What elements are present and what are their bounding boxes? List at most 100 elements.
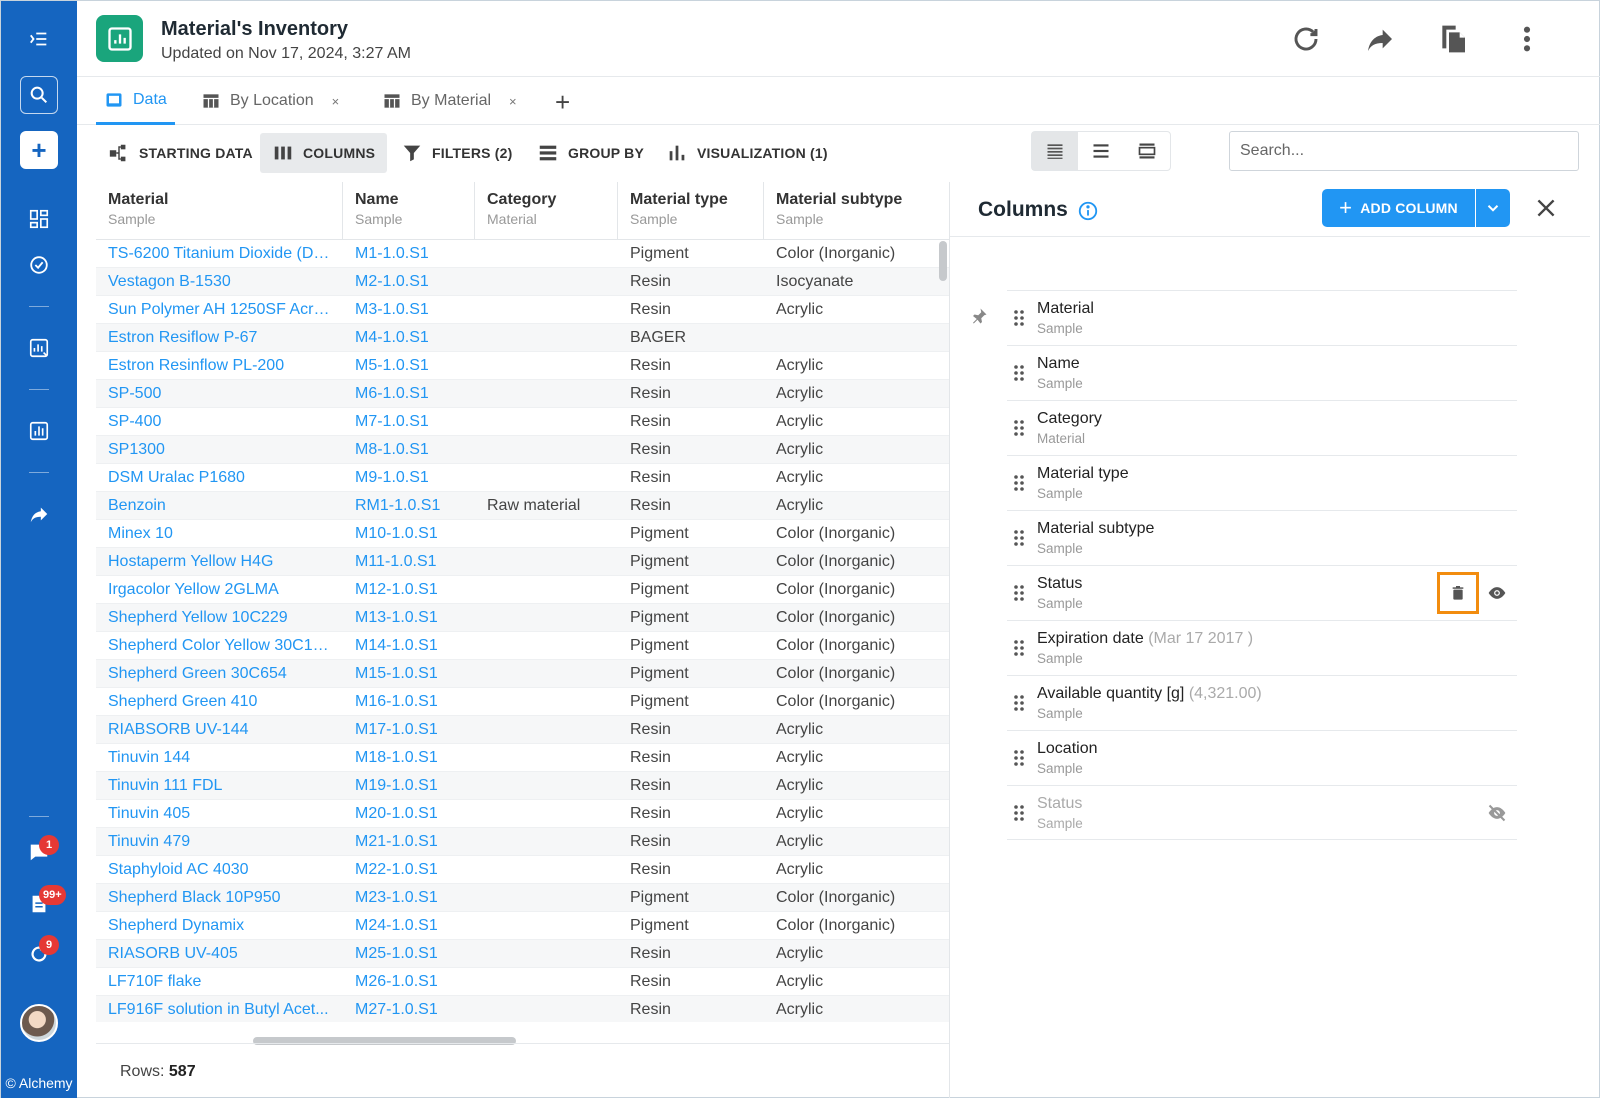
cell-material[interactable]: RIASORB UV-405 — [96, 940, 343, 968]
share-icon[interactable] — [1362, 21, 1398, 57]
cell-material[interactable]: RIABSORB UV-144 — [96, 716, 343, 744]
table-row[interactable]: Minex 10 M10-1.0.S1 Pigment Color (Inorgani… — [96, 520, 949, 548]
table-row[interactable]: Benzoin RM1-1.0.S1 Raw material Resin Acryli… — [96, 492, 949, 520]
drag-handle-icon[interactable] — [1013, 309, 1025, 327]
visibility-eye-icon[interactable] — [1487, 583, 1507, 603]
cell-material[interactable]: Shepherd Green 410 — [96, 688, 343, 716]
density-compact-icon[interactable] — [1032, 132, 1078, 170]
cell-name[interactable]: M1-1.0.S1 — [343, 240, 475, 268]
cell-name[interactable]: M22-1.0.S1 — [343, 856, 475, 884]
drag-handle-icon[interactable] — [1013, 749, 1025, 767]
cell-name[interactable]: M21-1.0.S1 — [343, 828, 475, 856]
table-row[interactable]: DSM Uralac P1680 M9-1.0.S1 Resin Acrylic — [96, 464, 949, 492]
cell-name[interactable]: M12-1.0.S1 — [343, 576, 475, 604]
table-row[interactable]: Tinuvin 405 M20-1.0.S1 Resin Acrylic — [96, 800, 949, 828]
cell-material[interactable]: TS-6200 Titanium Dioxide (Du... — [96, 240, 343, 268]
table-row[interactable]: TS-6200 Titanium Dioxide (Du... M1-1.0.S1… — [96, 240, 949, 268]
density-standard-icon[interactable] — [1078, 132, 1124, 170]
visibility-off-icon[interactable] — [1487, 803, 1507, 823]
table-row[interactable]: Staphyloid AC 4030 M22-1.0.S1 Resin Acrylic — [96, 856, 949, 884]
cell-material[interactable]: Tinuvin 405 — [96, 800, 343, 828]
add-column-button[interactable]: + ADD COLUMN — [1322, 189, 1475, 227]
starting-data-button[interactable]: STARTING DATA — [96, 133, 265, 173]
cell-name[interactable]: M6-1.0.S1 — [343, 380, 475, 408]
refresh-icon[interactable] — [1288, 21, 1324, 57]
drag-handle-icon[interactable] — [1013, 364, 1025, 382]
cell-name[interactable]: M5-1.0.S1 — [343, 352, 475, 380]
column-item[interactable]: Material type Sample — [1007, 455, 1517, 510]
close-tab-icon[interactable]: × — [509, 94, 517, 109]
columns-button[interactable]: COLUMNS — [260, 133, 388, 173]
cell-material[interactable]: Sun Polymer AH 1250SF Acry... — [96, 296, 343, 324]
table-row[interactable]: SP-400 M7-1.0.S1 Resin Acrylic — [96, 408, 949, 436]
cell-name[interactable]: M27-1.0.S1 — [343, 996, 475, 1022]
column-item[interactable]: Name Sample — [1007, 345, 1517, 400]
column-item[interactable]: Expiration date (Mar 17 2017 ) Sample — [1007, 620, 1517, 675]
cell-material[interactable]: Staphyloid AC 4030 — [96, 856, 343, 884]
table-row[interactable]: LF916F solution in Butyl Acet... M27-1.0.… — [96, 996, 949, 1022]
density-comfortable-icon[interactable] — [1124, 132, 1170, 170]
cell-material[interactable]: Minex 10 — [96, 520, 343, 548]
table-row[interactable]: Shepherd Dynamix M24-1.0.S1 Pigment Color (… — [96, 912, 949, 940]
table-row[interactable]: Irgacolor Yellow 2GLMA M12-1.0.S1 Pigment C… — [96, 576, 949, 604]
column-item[interactable]: Available quantity [g] (4,321.00) Sample — [1007, 675, 1517, 730]
column-header-material-type[interactable]: Material type Sample — [618, 182, 764, 240]
table-row[interactable]: Shepherd Color Yellow 30C15... M14-1.0.S1… — [96, 632, 949, 660]
cell-material[interactable]: Tinuvin 111 FDL — [96, 772, 343, 800]
drag-handle-icon[interactable] — [1013, 584, 1025, 602]
cell-material[interactable]: LF710F flake — [96, 968, 343, 996]
cell-name[interactable]: M11-1.0.S1 — [343, 548, 475, 576]
table-row[interactable]: RIABSORB UV-144 M17-1.0.S1 Resin Acrylic — [96, 716, 949, 744]
cell-name[interactable]: M17-1.0.S1 — [343, 716, 475, 744]
delete-column-button[interactable] — [1437, 572, 1479, 614]
cell-name[interactable]: M16-1.0.S1 — [343, 688, 475, 716]
tab-by-location[interactable]: By Location × — [201, 77, 339, 125]
table-row[interactable]: SP1300 M8-1.0.S1 Resin Acrylic — [96, 436, 949, 464]
table-row[interactable]: Estron Resinflow PL-200 M5-1.0.S1 Resin Acr… — [96, 352, 949, 380]
dashboard-icon[interactable] — [20, 200, 58, 238]
cell-material[interactable]: DSM Uralac P1680 — [96, 464, 343, 492]
more-icon[interactable] — [1509, 21, 1545, 57]
table-row[interactable]: Tinuvin 479 M21-1.0.S1 Resin Acrylic — [96, 828, 949, 856]
filters-button[interactable]: FILTERS (2) — [389, 133, 525, 173]
tab-data[interactable]: Data — [96, 77, 175, 125]
cell-material[interactable]: Irgacolor Yellow 2GLMA — [96, 576, 343, 604]
cell-name[interactable]: M23-1.0.S1 — [343, 884, 475, 912]
table-row[interactable]: Shepherd Green 30C654 M15-1.0.S1 Pigment Co… — [96, 660, 949, 688]
search-input[interactable] — [1229, 131, 1579, 171]
drag-handle-icon[interactable] — [1013, 419, 1025, 437]
cell-material[interactable]: Tinuvin 479 — [96, 828, 343, 856]
drag-handle-icon[interactable] — [1013, 694, 1025, 712]
column-item[interactable]: Status Sample — [1007, 785, 1517, 840]
pin-icon[interactable] — [970, 307, 988, 325]
user-avatar[interactable] — [20, 1004, 58, 1042]
search-icon[interactable] — [20, 76, 58, 114]
cell-name[interactable]: M26-1.0.S1 — [343, 968, 475, 996]
cell-material[interactable]: Vestagon B-1530 — [96, 268, 343, 296]
table-row[interactable]: Shepherd Black 10P950 M23-1.0.S1 Pigment Co… — [96, 884, 949, 912]
cell-name[interactable]: M18-1.0.S1 — [343, 744, 475, 772]
cell-material[interactable]: SP-500 — [96, 380, 343, 408]
vertical-scrollbar[interactable] — [939, 241, 947, 281]
copy-icon[interactable] — [1435, 21, 1471, 57]
table-row[interactable]: Vestagon B-1530 M2-1.0.S1 Resin Isocyanate — [96, 268, 949, 296]
table-row[interactable]: Estron Resiflow P-67 M4-1.0.S1 BAGER — [96, 324, 949, 352]
table-row[interactable]: Shepherd Green 410 M16-1.0.S1 Pigment Color… — [96, 688, 949, 716]
cell-name[interactable]: M3-1.0.S1 — [343, 296, 475, 324]
cell-material[interactable]: Estron Resiflow P-67 — [96, 324, 343, 352]
cell-name[interactable]: M9-1.0.S1 — [343, 464, 475, 492]
info-icon[interactable] — [1077, 200, 1099, 222]
drag-handle-icon[interactable] — [1013, 529, 1025, 547]
share-icon[interactable] — [20, 495, 58, 533]
add-tab-button[interactable]: + — [555, 87, 570, 118]
cell-name[interactable]: M4-1.0.S1 — [343, 324, 475, 352]
cell-material[interactable]: Tinuvin 144 — [96, 744, 343, 772]
cell-material[interactable]: LF916F solution in Butyl Acet... — [96, 996, 343, 1022]
group-by-button[interactable]: GROUP BY — [525, 133, 656, 173]
drag-handle-icon[interactable] — [1013, 474, 1025, 492]
cell-name[interactable]: M15-1.0.S1 — [343, 660, 475, 688]
cell-material[interactable]: SP-400 — [96, 408, 343, 436]
table-row[interactable]: SP-500 M6-1.0.S1 Resin Acrylic — [96, 380, 949, 408]
cell-material[interactable]: Hostaperm Yellow H4G — [96, 548, 343, 576]
visualization-button[interactable]: VISUALIZATION (1) — [654, 133, 840, 173]
